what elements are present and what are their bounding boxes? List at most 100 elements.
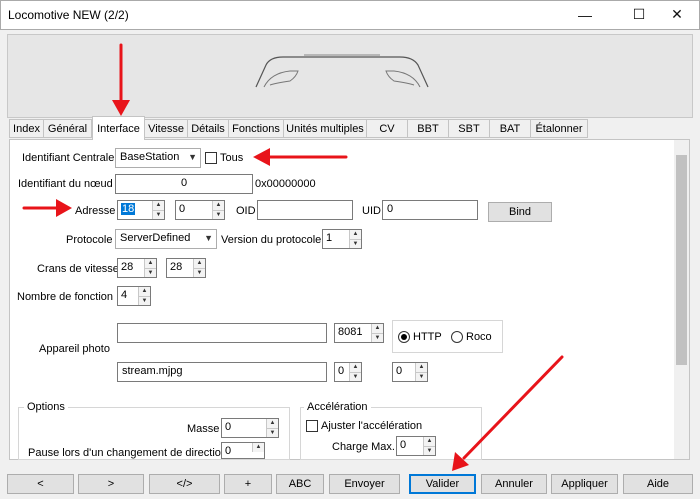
- roco-label: Roco: [466, 331, 492, 343]
- cancel-button[interactable]: Annuler: [481, 474, 547, 494]
- next-button[interactable]: >: [78, 474, 144, 494]
- spin-down-icon[interactable]: ▼: [193, 268, 205, 277]
- apply-button[interactable]: Appliquer: [551, 474, 618, 494]
- spin-down-icon[interactable]: ▼: [349, 239, 361, 248]
- oid-input[interactable]: [257, 200, 353, 220]
- address-value: 18: [121, 203, 136, 215]
- stream-spinner-1[interactable]: 0 ▲ ▼: [334, 362, 362, 382]
- tous-checkbox[interactable]: [205, 152, 217, 164]
- chevron-down-icon: ▼: [204, 233, 213, 243]
- speed-steps-label: Crans de vitesse: [37, 263, 119, 275]
- tab-general[interactable]: Général: [43, 119, 92, 138]
- node-id-label: Identifiant du nœud: [18, 178, 113, 190]
- central-id-select[interactable]: BaseStation ▼: [115, 148, 201, 168]
- first-button[interactable]: <: [7, 474, 74, 494]
- tab-unites-multiples[interactable]: Unités multiples: [283, 119, 367, 138]
- bind-button[interactable]: Bind: [488, 202, 552, 222]
- chevron-down-icon: ▼: [188, 152, 197, 162]
- function-count-value: 4: [121, 289, 128, 301]
- spin-down-icon[interactable]: ▼: [349, 372, 361, 381]
- speed-steps-spinner-1[interactable]: 28 ▲ ▼: [117, 258, 157, 278]
- max-load-value: 0: [400, 439, 407, 451]
- mass-label: Masse: [187, 423, 220, 435]
- tab-fonctions[interactable]: Fonctions: [228, 119, 284, 138]
- stream-path-input[interactable]: stream.mjpg: [117, 362, 327, 382]
- tab-interface[interactable]: Interface: [92, 116, 145, 140]
- spin-up-icon[interactable]: ▲: [415, 363, 427, 372]
- spin-up-icon[interactable]: ▲: [138, 287, 150, 296]
- close-button[interactable]: ✕: [654, 0, 700, 29]
- speed-steps-spinner-2[interactable]: 28 ▲ ▼: [166, 258, 206, 278]
- locomotive-outline-icon: [255, 54, 429, 88]
- protocol-select[interactable]: ServerDefined ▼: [115, 229, 217, 249]
- spin-down-icon[interactable]: ▼: [423, 446, 435, 455]
- spin-down-icon[interactable]: ▼: [144, 268, 156, 277]
- pause-label: Pause lors d'un changement de direction: [28, 447, 228, 459]
- minimize-button[interactable]: —: [562, 0, 608, 29]
- max-load-spinner[interactable]: 0 ▲ ▼: [396, 436, 436, 456]
- node-id-input[interactable]: 0: [115, 174, 253, 194]
- tous-label: Tous: [220, 152, 244, 164]
- speed-steps-value-1: 28: [121, 261, 134, 273]
- tab-sbt[interactable]: SBT: [448, 119, 490, 138]
- address-secondary-spinner[interactable]: 0 ▲ ▼: [175, 200, 225, 220]
- camera-host-input[interactable]: [117, 323, 327, 343]
- spin-down-icon[interactable]: ▼: [212, 210, 224, 219]
- validate-button[interactable]: Valider: [409, 474, 476, 494]
- stream-spinner-2[interactable]: 0 ▲ ▼: [392, 362, 428, 382]
- mass-spinner[interactable]: 0 ▲ ▼: [221, 418, 279, 438]
- tab-details[interactable]: Détails: [187, 119, 229, 138]
- pause-spinner[interactable]: 0 ▲: [221, 442, 265, 459]
- http-label: HTTP: [413, 331, 442, 343]
- scrollbar-thumb[interactable]: [676, 155, 687, 365]
- help-button[interactable]: Aide: [623, 474, 693, 494]
- central-id-value: BaseStation: [120, 151, 180, 163]
- spin-down-icon[interactable]: ▼: [371, 333, 383, 342]
- node-hex-text: 0x00000000: [255, 178, 316, 190]
- tab-vitesse[interactable]: Vitesse: [144, 119, 188, 138]
- protocol-version-value: 1: [326, 232, 333, 244]
- close-icon: ✕: [671, 6, 683, 22]
- uid-label: UID: [362, 205, 381, 217]
- camera-label: Appareil photo: [39, 343, 110, 355]
- code-button[interactable]: </>: [149, 474, 220, 494]
- locomotive-preview: [7, 34, 693, 118]
- add-button[interactable]: +: [224, 474, 272, 494]
- address-label: Adresse: [75, 205, 116, 217]
- tab-etalonner[interactable]: Étalonner: [530, 119, 588, 138]
- spin-up-icon[interactable]: ▲: [212, 201, 224, 210]
- spin-up-icon[interactable]: ▲: [349, 230, 361, 239]
- protocol-version-spinner[interactable]: 1 ▲ ▼: [322, 229, 362, 249]
- camera-port-spinner[interactable]: 8081 ▲ ▼: [334, 323, 384, 343]
- spin-up-icon[interactable]: ▲: [266, 419, 278, 428]
- spin-down-icon[interactable]: ▼: [138, 296, 150, 305]
- tab-bbt[interactable]: BBT: [407, 119, 449, 138]
- adjust-acceleration-label: Ajuster l'accélération: [321, 420, 423, 432]
- tab-index[interactable]: Index: [9, 119, 44, 138]
- address-spinner[interactable]: 18 ▲ ▼: [117, 200, 165, 220]
- send-button[interactable]: Envoyer: [329, 474, 400, 494]
- roco-radio[interactable]: [451, 331, 463, 343]
- tab-cv[interactable]: CV: [366, 119, 408, 138]
- spin-up-icon[interactable]: ▲: [193, 259, 205, 268]
- spin-up-icon[interactable]: ▲: [252, 443, 264, 452]
- pause-value: 0: [225, 445, 232, 457]
- function-count-label: Nombre de fonction: [17, 291, 113, 303]
- uid-input[interactable]: 0: [382, 200, 478, 220]
- abc-button[interactable]: ABC: [276, 474, 324, 494]
- acceleration-title: Accélération: [304, 401, 371, 413]
- function-count-spinner[interactable]: 4 ▲ ▼: [117, 286, 151, 306]
- spin-up-icon[interactable]: ▲: [371, 324, 383, 333]
- spin-down-icon[interactable]: ▼: [152, 210, 164, 219]
- spin-up-icon[interactable]: ▲: [349, 363, 361, 372]
- adjust-acceleration-checkbox[interactable]: [306, 420, 318, 432]
- minimize-icon: —: [578, 6, 592, 23]
- spin-up-icon[interactable]: ▲: [152, 201, 164, 210]
- tab-bat[interactable]: BAT: [489, 119, 531, 138]
- spin-down-icon[interactable]: ▼: [266, 428, 278, 437]
- spin-down-icon[interactable]: ▼: [415, 372, 427, 381]
- http-radio[interactable]: [398, 331, 410, 343]
- spin-up-icon[interactable]: ▲: [144, 259, 156, 268]
- spin-up-icon[interactable]: ▲: [423, 437, 435, 446]
- max-load-label: Charge Max.: [332, 441, 395, 453]
